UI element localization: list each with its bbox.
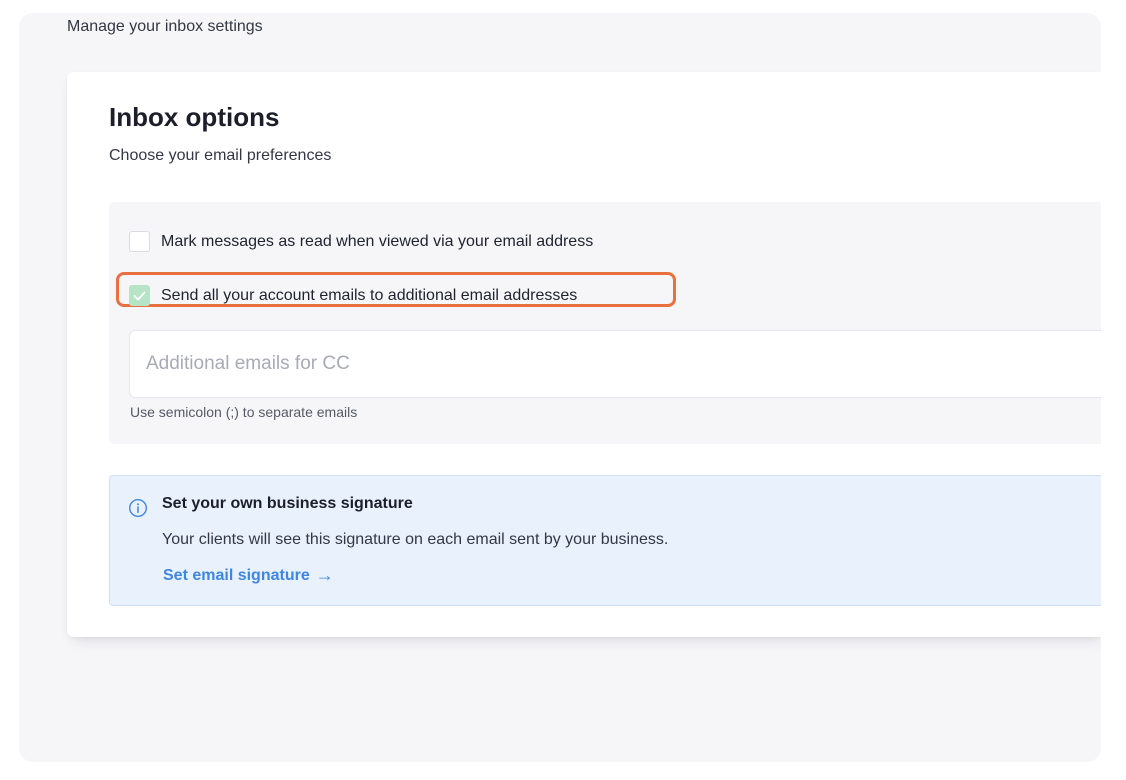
signature-title: Set your own business signature bbox=[162, 495, 413, 512]
info-circle-icon bbox=[128, 498, 148, 518]
settings-container: Manage your inbox settings Inbox options… bbox=[19, 13, 1101, 762]
checkmark-icon bbox=[133, 291, 146, 300]
option-send-additional[interactable]: Send all your account emails to addition… bbox=[129, 285, 577, 306]
card-subtitle: Choose your email preferences bbox=[109, 147, 332, 164]
set-email-signature-link[interactable]: Set email signature → bbox=[163, 565, 334, 586]
mark-read-checkbox[interactable] bbox=[129, 231, 150, 252]
send-additional-checkbox[interactable] bbox=[129, 285, 150, 306]
signature-text: Your clients will see this signature on … bbox=[162, 531, 669, 548]
set-email-signature-label[interactable]: Set email signature bbox=[163, 567, 310, 585]
mark-read-label[interactable]: Mark messages as read when viewed via yo… bbox=[161, 233, 593, 251]
additional-emails-input[interactable] bbox=[129, 330, 1101, 398]
cc-hint: Use semicolon (;) to separate emails bbox=[130, 404, 358, 420]
option-mark-read[interactable]: Mark messages as read when viewed via yo… bbox=[129, 231, 593, 252]
send-additional-label[interactable]: Send all your account emails to addition… bbox=[161, 287, 577, 305]
arrow-right-icon[interactable]: → bbox=[316, 565, 334, 586]
options-panel: Mark messages as read when viewed via yo… bbox=[109, 202, 1101, 444]
inbox-options-card: Inbox options Choose your email preferen… bbox=[67, 72, 1101, 637]
card-title: Inbox options bbox=[109, 102, 280, 132]
page-subtitle: Manage your inbox settings bbox=[67, 18, 263, 35]
signature-info-panel: Set your own business signature Your cli… bbox=[109, 475, 1101, 606]
